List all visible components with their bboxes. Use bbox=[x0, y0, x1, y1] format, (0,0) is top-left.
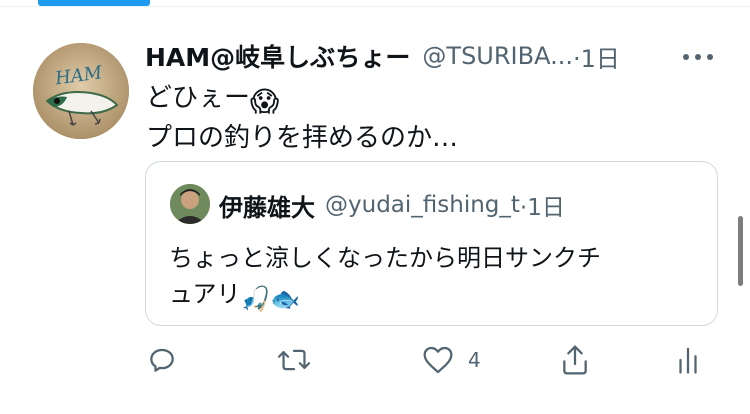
quoted-text-line-1: ちょっと涼しくなったから明日サンクチ bbox=[169, 244, 601, 272]
scrollbar[interactable] bbox=[738, 216, 743, 286]
tweet-action-bar: 4 bbox=[0, 340, 750, 380]
quoted-avatar[interactable] bbox=[170, 184, 210, 224]
tweet-text-line-1: どひぇー😱 bbox=[146, 80, 458, 120]
quoted-display-name[interactable]: 伊藤雄大 bbox=[219, 188, 315, 223]
tweet-text: どひぇー😱 プロの釣りを拝めるのか… bbox=[146, 80, 458, 156]
share-icon bbox=[563, 345, 587, 375]
tweet-header: HAM@岐阜しぶちょー @TSURIBA... ·1日 bbox=[145, 38, 620, 74]
quoted-user-handle[interactable]: @yudai_fishing_t bbox=[325, 192, 520, 218]
user-handle[interactable]: @TSURIBA... bbox=[422, 42, 573, 70]
reply-button[interactable] bbox=[146, 340, 178, 380]
retweet-button[interactable] bbox=[277, 340, 311, 380]
retweet-icon bbox=[277, 349, 311, 371]
more-options-button[interactable] bbox=[678, 44, 718, 70]
quoted-tweet-header: 伊藤雄大 @yudai_fishing_t ·1日 bbox=[219, 188, 565, 222]
heart-icon bbox=[423, 346, 453, 374]
more-dots-icon bbox=[683, 54, 713, 60]
tweet-text-line-2: プロの釣りを拝めるのか… bbox=[146, 123, 459, 153]
fishing-emoji: 🎣🐟 bbox=[240, 285, 301, 313]
analytics-icon bbox=[679, 347, 697, 374]
screaming-face-emoji: 😱 bbox=[250, 85, 280, 118]
quoted-tweet-text: ちょっと涼しくなったから明日サンクチ ュアリ🎣🐟 bbox=[169, 240, 709, 317]
reply-icon bbox=[150, 348, 174, 372]
tweet-timestamp[interactable]: ·1日 bbox=[573, 39, 620, 74]
quoted-timestamp[interactable]: ·1日 bbox=[520, 188, 565, 222]
quoted-avatar-photo bbox=[170, 184, 210, 224]
like-count: 4 bbox=[468, 348, 481, 372]
tweet-text-line-1-text: どひぇー bbox=[146, 83, 251, 113]
quoted-text-line-2-text: ュアリ bbox=[169, 280, 241, 308]
analytics-button[interactable] bbox=[676, 340, 700, 380]
avatar[interactable]: HAM bbox=[33, 43, 129, 139]
quoted-tweet-card[interactable]: 伊藤雄大 @yudai_fishing_t ·1日 ちょっと涼しくなったから明日… bbox=[145, 161, 718, 326]
top-divider bbox=[0, 6, 750, 7]
display-name[interactable]: HAM@岐阜しぶちょー bbox=[145, 38, 410, 74]
like-button[interactable]: 4 bbox=[422, 340, 481, 380]
quoted-text-line-2: ュアリ🎣🐟 bbox=[169, 276, 709, 317]
share-button[interactable] bbox=[560, 340, 590, 380]
avatar-lure-image: HAM bbox=[33, 43, 129, 139]
